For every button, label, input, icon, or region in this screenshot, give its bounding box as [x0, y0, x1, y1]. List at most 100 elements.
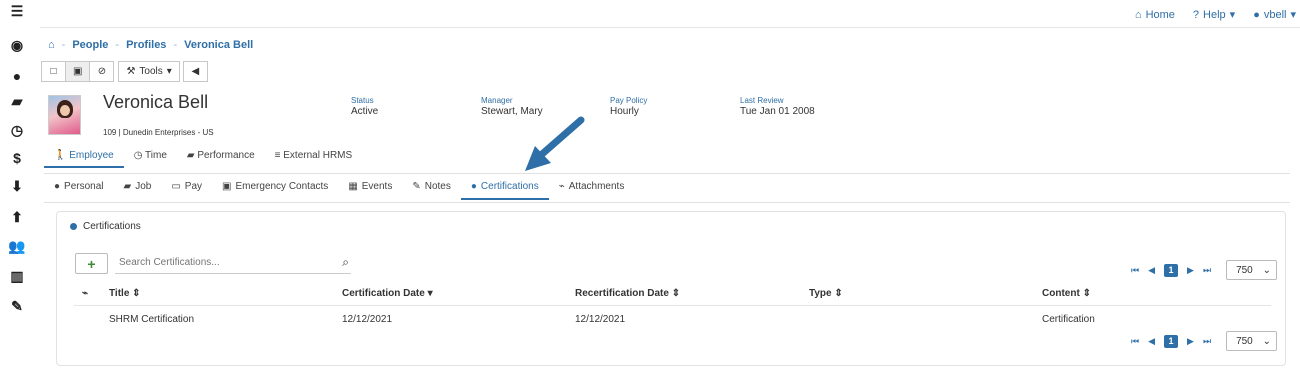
- briefcase-icon: ▰: [123, 181, 132, 192]
- calendar-icon: ▦: [348, 181, 358, 192]
- last-page-icon[interactable]: ⏭: [1203, 265, 1211, 276]
- document-icon: □: [50, 66, 57, 77]
- last-page-icon[interactable]: ⏭: [1203, 336, 1211, 347]
- wrench-icon: ⚒: [126, 66, 136, 77]
- documents-icon: ▰: [186, 150, 195, 161]
- column-certification-date[interactable]: Certification Date ▾: [342, 288, 433, 299]
- subtab-divider: [44, 202, 1290, 203]
- breadcrumb-profiles[interactable]: Profiles: [126, 39, 166, 51]
- add-certification-button[interactable]: +: [75, 253, 108, 274]
- dashboard-icon[interactable]: ◉: [9, 37, 25, 53]
- upload-icon[interactable]: ⬆: [9, 209, 25, 225]
- money-icon: ▭: [171, 181, 181, 192]
- tab-performance[interactable]: ▰ Performance: [187, 150, 255, 168]
- menu-icon[interactable]: ☰: [9, 3, 25, 19]
- breadcrumb-current: Veronica Bell: [184, 39, 254, 51]
- cell-recertification-date: 12/12/2021: [575, 314, 626, 325]
- column-type[interactable]: Type ⇕: [809, 288, 843, 299]
- tab-certifications[interactable]: ● Certifications: [460, 181, 549, 200]
- cell-certification-date: 12/12/2021: [342, 314, 393, 325]
- cell-content: Certification: [1042, 314, 1095, 325]
- breadcrumb-people[interactable]: People: [72, 39, 108, 51]
- tab-emergency-contacts[interactable]: ▣ Emergency Contacts: [222, 181, 328, 192]
- column-title[interactable]: Title ⇕: [109, 288, 141, 299]
- database-icon: ≡: [274, 150, 281, 161]
- pencil-icon: ✎: [412, 181, 421, 192]
- tab-job[interactable]: ▰ Job: [124, 181, 152, 192]
- column-content[interactable]: Content ⇕: [1042, 288, 1091, 299]
- breadcrumb-separator: -: [115, 39, 120, 51]
- home-link[interactable]: ⌂ Home: [1135, 8, 1175, 21]
- certifications-panel: Certifications + ⌕ ⏮ ◀ 1 ▶ ⏭ 750⌄ ⌁ Title ⇕ …: [56, 211, 1286, 366]
- previous-page-icon[interactable]: ◀: [1148, 265, 1155, 276]
- save-button[interactable]: ▣: [65, 61, 91, 82]
- clock-icon[interactable]: ◷: [9, 122, 25, 138]
- profile-subtitle: 109 | Dunedin Enterprises - US: [103, 128, 214, 137]
- home-icon: ⌂: [1134, 8, 1142, 21]
- tab-employee[interactable]: 🚶 Employee: [54, 150, 114, 168]
- documents-icon[interactable]: ▰: [9, 93, 25, 109]
- user-icon: ●: [1253, 8, 1260, 21]
- breadcrumb-separator: -: [61, 39, 66, 51]
- pointer-arrow: [525, 116, 585, 171]
- current-page[interactable]: 1: [1164, 334, 1179, 348]
- home-icon[interactable]: ⌂: [48, 39, 55, 51]
- tab-attachments[interactable]: ⌁ Attachments: [559, 181, 625, 192]
- search-icon[interactable]: ⌕: [342, 255, 349, 270]
- chevron-down-icon: ⌄: [1262, 264, 1272, 276]
- tab-notes[interactable]: ✎ Notes: [412, 181, 451, 192]
- cell-title: SHRM Certification: [109, 314, 195, 325]
- tab-external-hrms[interactable]: ≡ External HRMS: [275, 150, 353, 168]
- search-input[interactable]: [115, 252, 329, 272]
- column-recertification-date[interactable]: Recertification Date ⇕: [575, 288, 680, 299]
- sort-icon: ⇕: [1082, 288, 1091, 299]
- back-button[interactable]: ◀: [182, 61, 208, 82]
- profile-toolbar: □ ▣ ⊘ ⚒ Tools ▾ ◀: [41, 61, 208, 82]
- main-tabs: 🚶 Employee ◷ Time ▰ Performance ≡ Extern…: [54, 150, 352, 168]
- chevron-down-icon: ▾: [1290, 9, 1296, 21]
- sort-icon: ⇕: [834, 288, 843, 299]
- panel-title: Certifications: [70, 221, 141, 232]
- sort-down-icon: ▾: [427, 288, 433, 299]
- clock-icon: ◷: [133, 150, 143, 161]
- top-nav: ⌂ Home ? Help ▾ ● vbell ▾: [1135, 8, 1296, 22]
- first-page-icon[interactable]: ⏮: [1131, 265, 1139, 276]
- save-icon: ▣: [73, 66, 83, 77]
- sub-tabs: ● Personal ▰ Job ▭ Pay ▣ Emergency Contacts …: [54, 181, 625, 200]
- user-menu[interactable]: ● vbell ▾: [1253, 8, 1296, 22]
- dollar-icon[interactable]: $: [9, 150, 25, 166]
- page-size-select[interactable]: 750 ⌄: [1226, 331, 1278, 351]
- chart-icon[interactable]: ▥: [9, 268, 25, 284]
- question-icon: ?: [1192, 8, 1200, 21]
- page-size-select[interactable]: 750 ⌄: [1226, 260, 1278, 280]
- tab-personal[interactable]: ● Personal: [54, 181, 104, 192]
- tab-time[interactable]: ◷ Time: [134, 150, 167, 168]
- sort-icon: ⇕: [671, 288, 681, 299]
- certifications-table: ⌁ Title ⇕ Certification Date ▾ Recertifi…: [74, 282, 1271, 330]
- chevron-down-icon: ▾: [166, 66, 172, 77]
- pay-policy-info: Pay Policy Hourly: [610, 96, 648, 117]
- next-page-icon[interactable]: ▶: [1187, 336, 1194, 347]
- new-button[interactable]: □: [41, 61, 66, 82]
- person-icon: 🚶: [54, 150, 67, 161]
- tools-button[interactable]: ⚒ Tools ▾: [118, 61, 180, 82]
- current-page[interactable]: 1: [1164, 263, 1179, 277]
- person-icon[interactable]: ●: [9, 68, 25, 84]
- table-row[interactable]: SHRM Certification 12/12/2021 12/12/2021…: [74, 306, 1271, 330]
- back-icon: ◀: [191, 66, 200, 77]
- group-icon[interactable]: 👥: [8, 238, 25, 254]
- cancel-button[interactable]: ⊘: [89, 61, 115, 82]
- help-menu[interactable]: ? Help ▾: [1192, 8, 1235, 22]
- chevron-down-icon: ⌄: [1262, 335, 1272, 347]
- tab-pay[interactable]: ▭ Pay: [171, 181, 202, 192]
- first-page-icon[interactable]: ⏮: [1131, 336, 1139, 347]
- breadcrumb-separator: -: [173, 39, 178, 51]
- tab-events[interactable]: ▦ Events: [348, 181, 392, 192]
- download-icon[interactable]: ⬇: [9, 178, 25, 194]
- status-info: Status Active: [351, 96, 379, 117]
- previous-page-icon[interactable]: ◀: [1148, 336, 1155, 347]
- pager-bottom: ⏮ ◀ 1 ▶ ⏭ 750 ⌄: [1131, 331, 1278, 351]
- next-page-icon[interactable]: ▶: [1187, 265, 1194, 276]
- contact-book-icon: ▣: [222, 181, 232, 192]
- edit-icon[interactable]: ✎: [9, 298, 25, 314]
